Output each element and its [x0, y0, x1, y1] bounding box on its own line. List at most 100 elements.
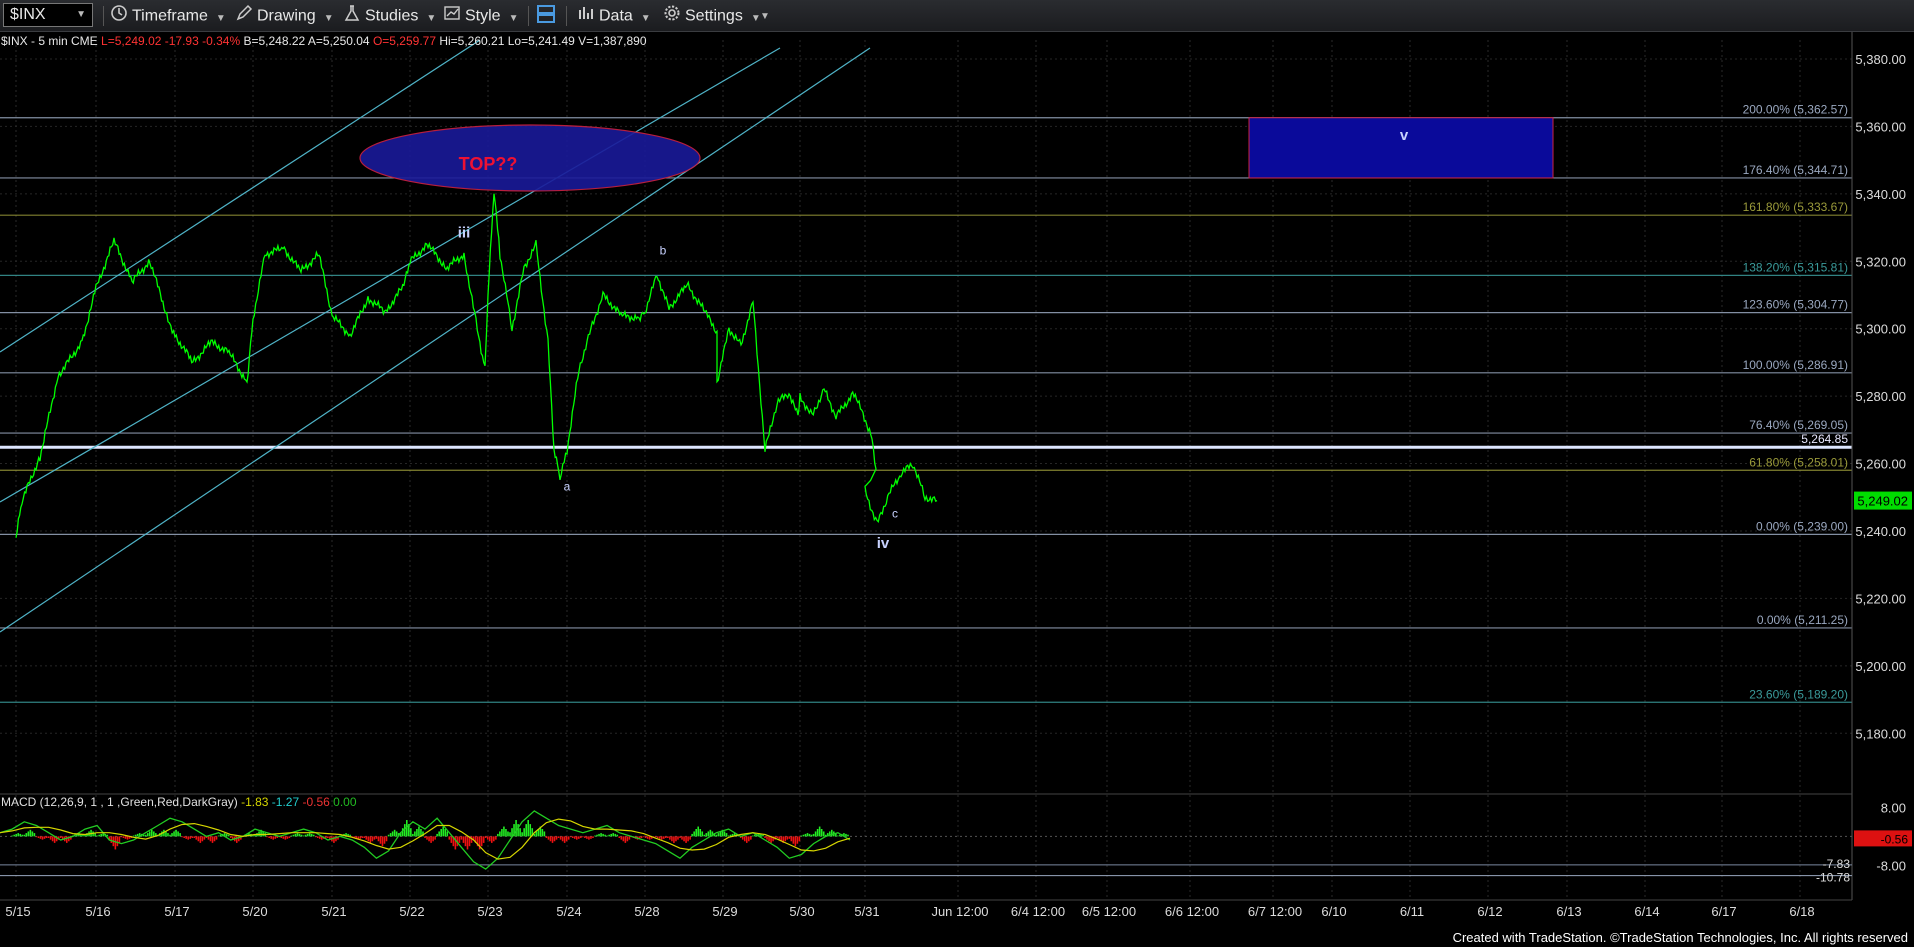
time-tick: 6/12 — [1477, 904, 1502, 919]
timeframe-label: Timeframe — [132, 7, 208, 25]
macd-pane: MACD (12,26,9, 1 , 1 ,Green,Red,DarkGray… — [0, 793, 1912, 885]
chevron-down-icon: ▼ — [508, 12, 519, 24]
clock-icon — [110, 4, 128, 29]
symbol-input[interactable]: $INX ▼ — [3, 3, 93, 27]
chart-style-icon — [443, 4, 461, 29]
settings-label: Settings — [685, 7, 743, 25]
wave-label: a — [564, 480, 571, 494]
chevron-down-icon: ▼ — [76, 9, 86, 20]
channel-line — [0, 39, 481, 353]
macd-value: 0.00 — [330, 795, 357, 809]
macd-level-label: -7.83 — [1823, 857, 1851, 871]
fib-label: 100.00% (5,286.91) — [1743, 358, 1848, 372]
time-tick: 5/16 — [85, 904, 110, 919]
studies-label: Studies — [365, 7, 419, 25]
toolbar-divider — [566, 6, 567, 26]
time-tick: 6/11 — [1400, 904, 1424, 919]
time-tick: 5/28 — [634, 904, 659, 919]
style-label: Style — [465, 7, 501, 25]
price-tick: 5,180.00 — [1855, 726, 1906, 741]
fib-label: 138.20% (5,315.81) — [1743, 260, 1848, 274]
symbol-header: $INX - 5 min CME L=5,249.02 -17.93 -0.34… — [1, 34, 647, 48]
fib-label: 23.60% (5,189.20) — [1749, 687, 1848, 701]
time-axis: 5/15 5/16 5/17 5/20 5/21 5/22 5/23 5/24 5/28 5/29… — [0, 899, 1852, 919]
bar-chart-icon — [577, 4, 595, 29]
macd-value: -1.27 — [268, 795, 299, 809]
time-tick: 5/17 — [164, 904, 189, 919]
fib-label: 200.00% (5,362.57) — [1743, 103, 1848, 117]
chevron-down-icon: ▼ — [215, 12, 226, 24]
time-tick: 6/14 — [1634, 904, 1659, 919]
macd-value: -0.56 — [299, 795, 330, 809]
price-tick: 5,200.00 — [1855, 659, 1906, 674]
header-field: $INX - 5 min CME — [1, 34, 98, 48]
macd-tick: 8.00 — [1881, 800, 1906, 815]
price-tick: 5,280.00 — [1855, 389, 1906, 404]
time-tick: 6/7 12:00 — [1248, 904, 1302, 919]
price-chart[interactable]: 200.00% (5,362.57) 176.40% (5,344.71) 161.… — [0, 32, 1914, 932]
header-field: B=5,248.22 — [240, 34, 305, 48]
chevron-down-icon: ▼ — [640, 12, 651, 24]
time-tick: 6/5 12:00 — [1082, 904, 1136, 919]
support-label: 5,264.85 — [1801, 432, 1848, 446]
macd-header: MACD (12,26,9, 1 , 1 ,Green,Red,DarkGray… — [1, 795, 357, 809]
header-field: V=1,387,890 — [575, 34, 647, 48]
wave-label: iv — [877, 535, 890, 552]
toolbar-divider — [103, 6, 104, 26]
price-tick: 5,340.00 — [1855, 187, 1906, 202]
fib-levels: 200.00% (5,362.57) 176.40% (5,344.71) 161.… — [0, 103, 1852, 703]
top-zone-ellipse — [359, 124, 701, 192]
price-series — [15, 193, 938, 538]
time-tick: 6/4 12:00 — [1011, 904, 1065, 919]
time-tick: 5/23 — [477, 904, 502, 919]
macd-tick: -8.00 — [1876, 858, 1906, 873]
data-label: Data — [599, 7, 633, 25]
last-price-label: 5,249.02 — [1857, 494, 1908, 509]
wave-label: v — [1400, 127, 1409, 144]
price-tick: 5,260.00 — [1855, 457, 1906, 472]
data-menu[interactable]: Data ▼ — [577, 4, 651, 26]
gear-icon — [663, 4, 681, 29]
studies-menu[interactable]: Studies ▼ — [343, 4, 436, 26]
price-line — [15, 193, 938, 538]
chevron-down-icon: ▼ — [760, 11, 770, 22]
header-field: O=5,259.77 — [370, 34, 437, 48]
time-tick: 5/21 — [321, 904, 346, 919]
chart-header: $INX - 5 min CME L=5,249.02 -17.93 -0.34… — [1, 34, 647, 48]
macd-value: -1.83 — [238, 795, 269, 809]
wave-label: c — [892, 507, 898, 521]
drawing-menu[interactable]: Drawing ▼ — [235, 4, 334, 26]
toolbar-divider — [528, 6, 529, 26]
timeframe-menu[interactable]: Timeframe ▼ — [110, 4, 226, 26]
price-tick: 5,220.00 — [1855, 591, 1906, 606]
header-field: L=5,249.02 — [98, 34, 162, 48]
price-tick: 5,300.00 — [1855, 322, 1906, 337]
time-tick: 5/20 — [242, 904, 267, 919]
chart-toolbar: $INX ▼ Timeframe ▼ Drawing ▼ Studies ▼ Styl… — [0, 0, 1914, 32]
wave-label: iii — [458, 225, 471, 242]
header-field: -0.34% — [199, 34, 241, 48]
layout-button[interactable] — [536, 4, 560, 26]
macd-last-label: -0.56 — [1881, 832, 1909, 846]
header-field: Lo=5,241.49 — [504, 34, 575, 48]
time-tick: 5/31 — [854, 904, 879, 919]
fib-label: 0.00% (5,211.25) — [1757, 613, 1848, 627]
more-menu[interactable]: ▼ — [752, 4, 770, 26]
time-tick: Jun 12:00 — [931, 904, 988, 919]
fib-label: 123.60% (5,304.77) — [1743, 298, 1848, 312]
flask-icon — [343, 4, 361, 29]
style-menu[interactable]: Style ▼ — [443, 4, 518, 26]
layout-icon — [536, 4, 556, 31]
price-tick: 5,380.00 — [1855, 52, 1906, 67]
time-tick: 6/10 — [1321, 904, 1346, 919]
fib-label: 161.80% (5,333.67) — [1743, 200, 1848, 214]
wave-label: b — [660, 244, 667, 258]
wave-label: TOP?? — [459, 154, 518, 174]
time-tick: 6/6 12:00 — [1165, 904, 1219, 919]
header-field: Hi=5,260.21 — [436, 34, 505, 48]
copyright-footer: Created with TradeStation. ©TradeStation… — [1452, 930, 1908, 945]
settings-menu[interactable]: Settings ▼ — [663, 4, 761, 26]
wave-labels: iii TOP?? a b civ v — [458, 127, 1409, 552]
time-tick: 5/24 — [556, 904, 581, 919]
fib-label: 76.40% (5,269.05) — [1749, 418, 1848, 432]
